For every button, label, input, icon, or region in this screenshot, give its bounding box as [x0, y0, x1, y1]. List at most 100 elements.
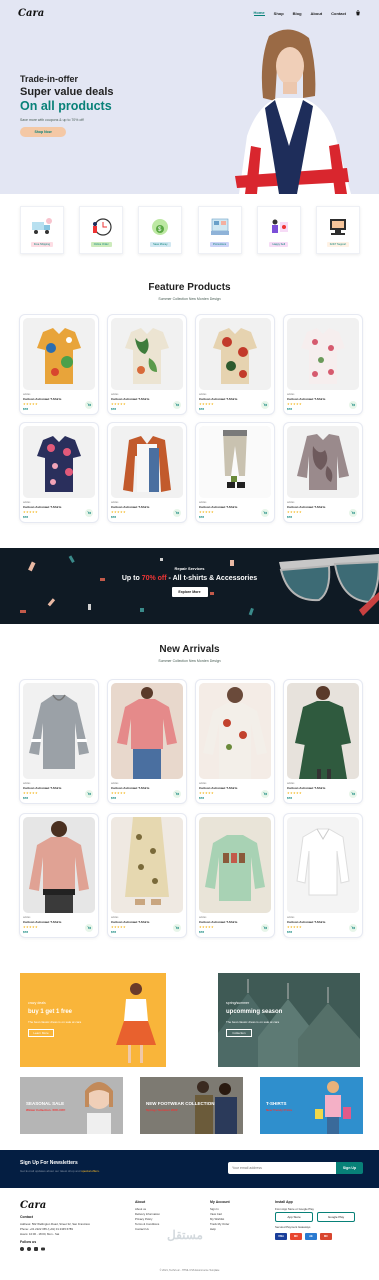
add-to-cart-button[interactable]	[85, 401, 93, 409]
feature-support: F24/7 Support	[315, 206, 360, 254]
product-image	[287, 426, 359, 498]
add-to-cart-button[interactable]	[85, 790, 93, 798]
hero-text: Save more with coupons & up to 70% off!	[20, 118, 85, 122]
product-price: $78	[23, 407, 29, 411]
product-card[interactable]: adidas Cartoon Astronaut T-Shirts ★★★★★ …	[283, 422, 363, 523]
feature-label: Save Money	[150, 242, 171, 247]
add-to-cart-button[interactable]	[173, 790, 181, 798]
add-to-cart-button[interactable]	[173, 924, 181, 932]
money-icon: $	[152, 219, 169, 235]
add-to-cart-button[interactable]	[85, 509, 93, 517]
product-card[interactable]: adidas Cartoon Astronaut T-Shirts ★★★★★ …	[195, 314, 275, 415]
learn-more-button[interactable]: Learn More	[28, 1029, 54, 1037]
product-name: Cartoon Astronaut T-Shirts	[199, 505, 238, 509]
product-card[interactable]: adidas Cartoon Astronaut T-Shirts ★★★★★ …	[107, 422, 187, 523]
hero-section: Trade-in-offer Super value deals On all …	[0, 26, 379, 194]
product-name: Cartoon Astronaut T-Shirts	[287, 786, 326, 790]
product-card[interactable]: adidas Cartoon Astronaut T-Shirts ★★★★★ …	[283, 314, 363, 415]
product-price: $78	[287, 796, 293, 800]
cart-icon	[351, 792, 355, 796]
seasonal-sale-banner: SEASONAL SALE Winter Collection -50% OFF	[20, 1077, 123, 1134]
google-play-button[interactable]: Google Play	[317, 1212, 355, 1222]
footer-heading: My Account	[210, 1200, 230, 1204]
add-to-cart-button[interactable]	[349, 790, 357, 798]
youtube-icon[interactable]	[41, 1247, 45, 1251]
add-to-cart-button[interactable]	[85, 924, 93, 932]
logo[interactable]: Cara	[18, 8, 44, 19]
featured-product-grid: adidas Cartoon Astronaut T-Shirts ★★★★★ …	[19, 314, 363, 523]
collection-button[interactable]: Collection	[226, 1029, 252, 1037]
add-to-cart-button[interactable]	[261, 924, 269, 932]
product-brand: adidas	[199, 393, 207, 396]
product-brand: adidas	[287, 916, 295, 919]
payment-icons: VISA MC AE MC	[275, 1233, 365, 1240]
add-to-cart-button[interactable]	[261, 401, 269, 409]
product-brand: adidas	[287, 782, 295, 785]
footer-logo[interactable]: Cara	[20, 1200, 115, 1211]
facebook-icon[interactable]	[20, 1247, 24, 1251]
main-nav: Home Shop Blog About Contact	[253, 10, 361, 16]
nav-home[interactable]: Home	[253, 10, 265, 16]
product-card[interactable]: adidas Cartoon Astronaut T-Shirts ★★★★★ …	[19, 314, 99, 415]
twitter-icon[interactable]	[27, 1247, 31, 1251]
product-card[interactable]: adidas Cartoon Astronaut T-Shirts ★★★★★ …	[195, 422, 275, 523]
product-price: $78	[111, 407, 117, 411]
product-image	[199, 817, 271, 913]
banner-subheading: New Trendy Prints	[266, 1108, 293, 1112]
instagram-icon[interactable]	[34, 1247, 38, 1251]
add-to-cart-button[interactable]	[261, 509, 269, 517]
product-name: Cartoon Astronaut T-Shirts	[287, 397, 326, 401]
product-card[interactable]: adidas Cartoon Astronaut T-Shirts ★★★★★ …	[19, 679, 99, 804]
newsletter-form: Sign Up	[228, 1162, 363, 1174]
email-input[interactable]	[228, 1162, 336, 1174]
banner-text: The best classic dress is on sale at car…	[226, 1020, 280, 1024]
product-name: Cartoon Astronaut T-Shirts	[199, 786, 238, 790]
product-image	[111, 426, 183, 498]
add-to-cart-button[interactable]	[261, 790, 269, 798]
add-to-cart-button[interactable]	[173, 401, 181, 409]
sign-up-button[interactable]: Sign Up	[336, 1162, 363, 1174]
footer-contact-col: Cara Contact Address: 562 Wellington Roa…	[20, 1200, 115, 1251]
product-card[interactable]: adidas Cartoon Astronaut T-Shirts ★★★★★ …	[283, 813, 363, 938]
add-to-cart-button[interactable]	[349, 924, 357, 932]
nav-blog[interactable]: Blog	[293, 11, 302, 16]
product-card[interactable]: adidas Cartoon Astronaut T-Shirts ★★★★★ …	[283, 679, 363, 804]
nav-about[interactable]: About	[311, 11, 323, 16]
product-card[interactable]: adidas Cartoon Astronaut T-Shirts ★★★★★ …	[107, 813, 187, 938]
promo-banner: Repair Services Up to 70% off - All t-sh…	[0, 548, 379, 624]
product-image	[23, 817, 95, 913]
footer-link[interactable]: Help	[210, 1227, 230, 1232]
product-image	[111, 318, 183, 390]
add-to-cart-button[interactable]	[349, 509, 357, 517]
banner-heading-post: - All t-shirts & Accessories	[166, 575, 258, 582]
footer-link[interactable]: Contact Us	[135, 1227, 160, 1232]
cart-icon	[351, 511, 355, 515]
feature-promotions: Promotions	[197, 206, 242, 254]
shopping-bag-icon[interactable]	[355, 10, 361, 16]
product-card[interactable]: adidas Cartoon Astronaut T-Shirts ★★★★★ …	[195, 679, 275, 804]
nav-contact[interactable]: Contact	[331, 11, 346, 16]
product-name: Cartoon Astronaut T-Shirts	[23, 397, 62, 401]
nav-shop[interactable]: Shop	[274, 11, 284, 16]
product-card[interactable]: adidas Cartoon Astronaut T-Shirts ★★★★★ …	[107, 314, 187, 415]
product-image	[287, 817, 359, 913]
product-card[interactable]: adidas Cartoon Astronaut T-Shirts ★★★★★ …	[19, 422, 99, 523]
product-image	[287, 683, 359, 779]
app-store-button[interactable]: App Store	[275, 1212, 313, 1222]
shop-now-button[interactable]: Shop Now	[20, 127, 66, 137]
support-icon	[329, 219, 346, 235]
new-arrivals-header: New Arrivals Summer Collection New Morde…	[0, 644, 379, 663]
product-card[interactable]: adidas Cartoon Astronaut T-Shirts ★★★★★ …	[195, 813, 275, 938]
hero-highlight: On all products	[20, 99, 112, 113]
add-to-cart-button[interactable]	[349, 401, 357, 409]
amex-icon: AE	[305, 1233, 317, 1240]
feature-label: Promotions	[210, 242, 230, 247]
product-card[interactable]: adidas Cartoon Astronaut T-Shirts ★★★★★ …	[107, 679, 187, 804]
cart-icon	[175, 792, 179, 796]
product-card[interactable]: adidas Cartoon Astronaut T-Shirts ★★★★★ …	[19, 813, 99, 938]
explore-more-button[interactable]: Explore More	[171, 587, 208, 597]
newsletter-text: Get E-mail updates about our latest shop…	[20, 1169, 100, 1173]
add-to-cart-button[interactable]	[173, 509, 181, 517]
cart-icon	[87, 926, 91, 930]
product-brand: adidas	[287, 393, 295, 396]
